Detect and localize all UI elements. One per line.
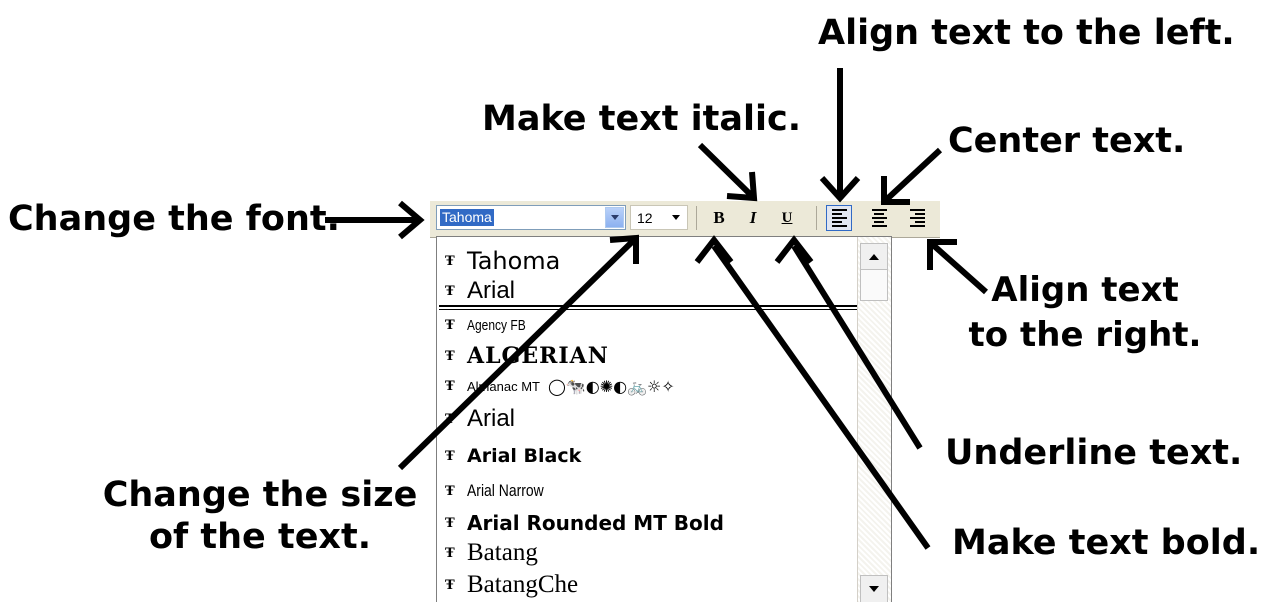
font-item-label: Arial Rounded MT Bold (467, 511, 724, 535)
arrow-italic (697, 142, 755, 199)
vertical-scrollbar[interactable] (857, 237, 891, 602)
annotation-size-line1: Change the size (102, 475, 418, 515)
font-item-label: Arial (467, 405, 516, 432)
annotation-center: Center text. (948, 121, 1186, 161)
truetype-font-icon: Ŧ (445, 411, 455, 427)
truetype-font-icon: Ŧ (445, 379, 455, 394)
underline-button[interactable]: U (774, 205, 800, 231)
scroll-down-button[interactable] (860, 575, 888, 602)
annotation-align-left: Align text to the left. (818, 13, 1235, 53)
truetype-font-icon: Ŧ (445, 577, 455, 593)
size-dropdown-button[interactable] (667, 208, 685, 227)
font-name-value[interactable]: Tahoma (440, 209, 494, 226)
arrowhead-change-font (398, 200, 425, 240)
list-item[interactable]: Ŧ Arial Narrow (445, 481, 561, 501)
font-item-label: ALGERIAN (467, 343, 609, 369)
list-item[interactable]: Ŧ Batang (445, 539, 538, 567)
annotation-bold: Make text bold. (952, 523, 1261, 563)
annotation-align-right: Align text to the right. (960, 270, 1210, 356)
font-dropdown-button[interactable] (605, 207, 624, 228)
font-size-combobox[interactable]: 12 (630, 205, 688, 230)
annotation-size: Change the size of the text. (100, 474, 420, 558)
arrowhead-italic (726, 171, 758, 202)
list-item[interactable]: Ŧ Arial Black (445, 445, 581, 467)
align-right-icon (909, 209, 925, 227)
truetype-font-icon: Ŧ (445, 348, 455, 364)
list-item[interactable]: Ŧ Arial (445, 405, 515, 433)
triangle-down-icon (869, 586, 879, 592)
align-left-icon (831, 209, 847, 227)
font-item-label: Almanac MT (467, 379, 540, 394)
arrowhead-center (881, 176, 910, 205)
toolbar-separator (816, 206, 817, 230)
chevron-down-icon (610, 215, 619, 220)
align-center-icon (871, 209, 887, 227)
list-item[interactable]: Ŧ Tahoma (445, 247, 560, 275)
list-item[interactable]: Ŧ Almanac MT ◯🐄◐✺◐🚲☼✧ (445, 377, 675, 396)
font-item-label: Arial Narrow (467, 481, 544, 500)
font-item-label: BatangChe (467, 571, 579, 598)
arrowhead-align-left (819, 175, 861, 203)
list-item[interactable]: Ŧ ALGERIAN (445, 343, 609, 369)
annotation-change-font: Change the font. (8, 199, 340, 239)
recent-fonts-divider (439, 309, 857, 310)
annotation-italic: Make text italic. (482, 99, 802, 139)
list-item[interactable]: Ŧ Arial (445, 277, 515, 305)
list-item[interactable]: Ŧ BatangChe (445, 571, 578, 599)
chevron-down-icon (672, 215, 680, 220)
toolbar-separator (696, 206, 697, 230)
annotation-size-line2: of the text. (148, 517, 372, 557)
annotation-underline: Underline text. (945, 433, 1243, 473)
symbol-preview: ◯🐄◐✺◐🚲☼✧ (547, 377, 675, 396)
align-center-button[interactable] (866, 205, 892, 231)
font-dropdown-list: Ŧ Tahoma Ŧ Arial Ŧ Agency FB Ŧ ALGERIAN … (436, 236, 892, 602)
truetype-font-icon: Ŧ (445, 515, 455, 531)
recent-fonts-divider (439, 305, 857, 307)
truetype-font-icon: Ŧ (445, 253, 455, 269)
annotation-align-right-line1: Align text (991, 270, 1179, 310)
list-item[interactable]: Ŧ Agency FB (445, 317, 540, 334)
font-item-label: Batang (467, 539, 538, 566)
font-item-label: Arial Black (467, 445, 582, 467)
font-name-combobox[interactable]: Tahoma (436, 205, 626, 230)
font-size-value[interactable]: 12 (637, 210, 653, 226)
list-item[interactable]: Ŧ Arial Rounded MT Bold (445, 511, 724, 535)
align-right-button[interactable] (904, 205, 930, 231)
font-item-label: Agency FB (467, 317, 526, 334)
annotation-align-right-line2: to the right. (968, 314, 1202, 355)
font-item-label: Arial (467, 277, 516, 304)
arrow-center (883, 147, 943, 203)
font-item-label: Tahoma (467, 247, 561, 275)
truetype-font-icon: Ŧ (445, 318, 455, 333)
bold-button[interactable]: B (706, 205, 732, 231)
truetype-font-icon: Ŧ (445, 283, 455, 299)
truetype-font-icon: Ŧ (445, 483, 455, 499)
scroll-up-button[interactable] (860, 243, 888, 271)
triangle-up-icon (869, 254, 879, 260)
truetype-font-icon: Ŧ (445, 545, 455, 561)
arrowhead-align-right (927, 239, 957, 270)
align-left-button[interactable] (826, 205, 852, 231)
truetype-font-icon: Ŧ (445, 448, 455, 464)
italic-button[interactable]: I (740, 205, 766, 231)
scroll-thumb[interactable] (860, 269, 888, 301)
